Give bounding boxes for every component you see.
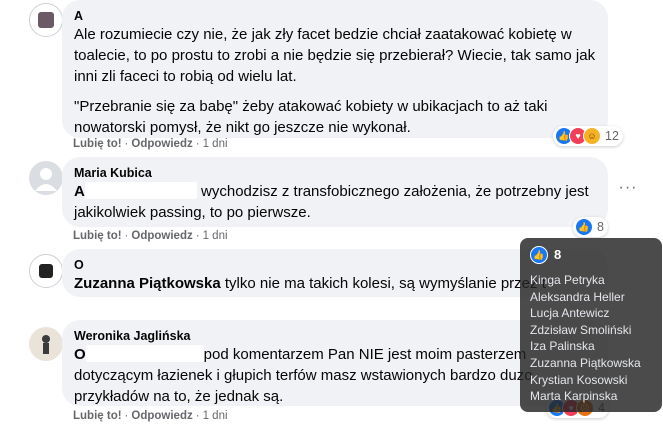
avatar[interactable]	[29, 3, 63, 37]
mention-link[interactable]: O	[74, 346, 86, 363]
more-options-icon[interactable]: ···	[618, 180, 638, 201]
comment-text: Ale rozumiecie czy nie, że jak zły facet…	[74, 26, 596, 85]
avatar[interactable]	[29, 161, 63, 195]
comment-actions: Lubię to! · Odpowiedz · 1 dni	[73, 138, 228, 150]
reaction-summary[interactable]: 👍 8	[573, 217, 608, 237]
like-button[interactable]: Lubię to!	[73, 410, 122, 422]
avatar[interactable]	[29, 327, 63, 361]
tooltip-count: 8	[554, 246, 562, 262]
timestamp[interactable]: 1 dni	[203, 138, 228, 150]
reply-button[interactable]: Odpowiedz	[131, 230, 192, 242]
tooltip-name: Marta Karpinska	[530, 389, 618, 404]
separator: ·	[195, 138, 200, 150]
tooltip-name: Zdzisław Smoliński	[530, 322, 632, 337]
tooltip-name: Iza Palinska	[530, 339, 595, 354]
timestamp[interactable]: 1 dni	[203, 410, 228, 422]
like-button[interactable]: Lubię to!	[73, 230, 122, 242]
tooltip-name: Aleksandra Heller	[530, 289, 625, 304]
comment-author[interactable]: A	[74, 8, 596, 24]
timestamp[interactable]: 1 dni	[203, 230, 228, 242]
tooltip-name: Lucja Antewicz	[530, 306, 610, 321]
comment-text: A wychodzisz z transfobicznego założenia…	[74, 182, 589, 221]
comment-text: Zuzanna Piątkowska tylko nie ma takich k…	[74, 275, 546, 292]
tooltip-name: Zuzanna Piątkowska	[530, 355, 641, 370]
tooltip-header: 👍 8	[530, 246, 652, 264]
like-icon: 👍	[530, 246, 548, 264]
like-icon: 👍	[575, 218, 593, 236]
comment-actions: Lubię to! · Odpowiedz · 1 dni	[73, 410, 228, 422]
comment-author[interactable]: Maria Kubica	[74, 165, 596, 181]
mention-link[interactable]: A	[74, 183, 85, 200]
reply-button[interactable]: Odpowiedz	[131, 138, 192, 150]
comment-text: dotyczącym łazienek i głupich terfów mas…	[74, 367, 533, 384]
comment-text: Opod komentarzem Pan NIE jest moim paste…	[74, 345, 527, 363]
comment-text: "Przebranie się za babę" żeby atakować k…	[74, 98, 548, 136]
tooltip-name: Krystian Kosowski	[530, 372, 628, 387]
comment-author[interactable]: O	[74, 257, 596, 273]
tooltip-name: Kinga Petryka	[530, 273, 605, 287]
reply-button[interactable]: Odpowiedz	[131, 410, 192, 422]
reaction-summary[interactable]: 👍 ♥ ☺ 12	[553, 126, 623, 146]
mention-link[interactable]: Zuzanna Piątkowska	[74, 275, 221, 292]
reaction-count: 8	[597, 220, 604, 234]
comment-bubble: A Ale rozumiecie czy nie, że jak zły fac…	[62, 0, 608, 138]
haha-icon: ☺	[583, 127, 601, 145]
comment-text: przykładów na to, że jednak są.	[74, 388, 284, 405]
avatar[interactable]	[29, 254, 63, 288]
reactions-tooltip: 👍 8 Kinga Petryka Aleksandra Heller Lucj…	[520, 238, 662, 412]
separator: ·	[124, 138, 129, 150]
comment-author[interactable]: Weronika Jaglińska	[74, 328, 596, 344]
reaction-count: 12	[605, 129, 619, 143]
comment-bubble: Maria Kubica A wychodzisz z transfobiczn…	[62, 157, 608, 227]
redacted-name	[84, 182, 197, 199]
redacted-name	[85, 345, 204, 362]
comment-actions: Lubię to! · Odpowiedz · 1 dni	[73, 230, 228, 242]
like-button[interactable]: Lubię to!	[73, 138, 122, 150]
